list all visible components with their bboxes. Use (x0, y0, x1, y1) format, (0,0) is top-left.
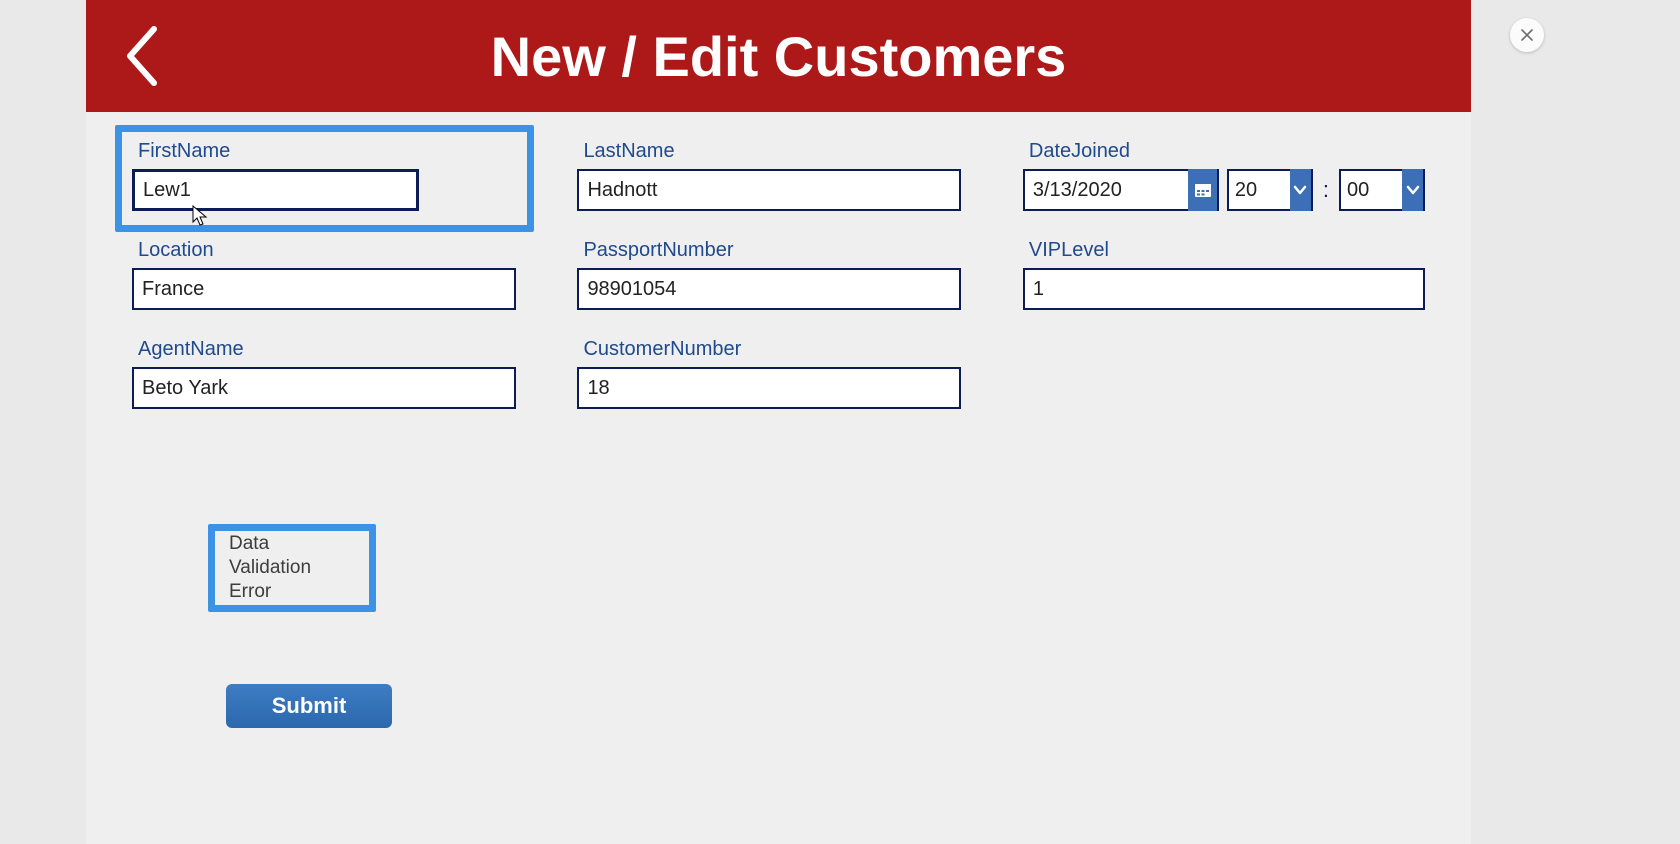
customer-number-field: CustomerNumber (577, 338, 962, 409)
date-joined-calendar-button[interactable] (1188, 169, 1217, 211)
validation-error-text: Data Validation Error (229, 532, 355, 603)
validation-error-box: Data Validation Error (208, 524, 376, 612)
page-header: New / Edit Customers (86, 0, 1471, 112)
time-separator: : (1321, 177, 1331, 203)
submit-button[interactable]: Submit (226, 684, 392, 728)
agent-name-field: AgentName (132, 338, 517, 409)
first-name-field: FirstName (132, 140, 517, 211)
date-joined-hour-wrap (1227, 169, 1313, 211)
date-joined-hour-dropdown[interactable] (1290, 169, 1311, 211)
close-icon (1519, 27, 1535, 43)
close-button[interactable] (1510, 18, 1544, 52)
customer-form-screen: New / Edit Customers FirstName LastName … (86, 0, 1471, 844)
passport-number-input[interactable] (577, 268, 961, 310)
first-name-label: FirstName (138, 140, 517, 163)
date-joined-minute-input[interactable] (1341, 175, 1402, 206)
last-name-input[interactable] (577, 169, 961, 211)
vip-level-input[interactable] (1023, 268, 1425, 310)
date-joined-group: : (1023, 169, 1425, 211)
date-joined-hour-input[interactable] (1229, 175, 1290, 206)
location-field: Location (132, 239, 517, 310)
form-grid: FirstName LastName DateJoined (86, 112, 1471, 409)
date-joined-field: DateJoined (1023, 140, 1425, 211)
passport-number-field: PassportNumber (577, 239, 962, 310)
page-title: New / Edit Customers (166, 24, 1391, 89)
vip-level-field: VIPLevel (1023, 239, 1425, 310)
first-name-highlight: FirstName (115, 125, 534, 232)
chevron-left-icon (122, 23, 160, 89)
back-button[interactable] (116, 16, 166, 96)
date-joined-date-input[interactable] (1025, 175, 1189, 206)
agent-name-input[interactable] (132, 367, 516, 409)
date-joined-minute-wrap (1339, 169, 1425, 211)
agent-name-label: AgentName (138, 338, 517, 361)
chevron-down-icon (1405, 182, 1421, 198)
chevron-down-icon (1292, 182, 1308, 198)
first-name-input[interactable] (132, 169, 419, 211)
vip-level-label: VIPLevel (1029, 239, 1425, 262)
date-joined-label: DateJoined (1029, 140, 1425, 163)
calendar-icon (1194, 181, 1212, 199)
customer-number-input[interactable] (577, 367, 961, 409)
location-label: Location (138, 239, 517, 262)
date-joined-minute-dropdown[interactable] (1402, 169, 1423, 211)
customer-number-label: CustomerNumber (583, 338, 962, 361)
location-input[interactable] (132, 268, 516, 310)
date-joined-date-wrap (1023, 169, 1219, 211)
last-name-field: LastName (577, 140, 962, 211)
last-name-label: LastName (583, 140, 962, 163)
passport-number-label: PassportNumber (583, 239, 962, 262)
